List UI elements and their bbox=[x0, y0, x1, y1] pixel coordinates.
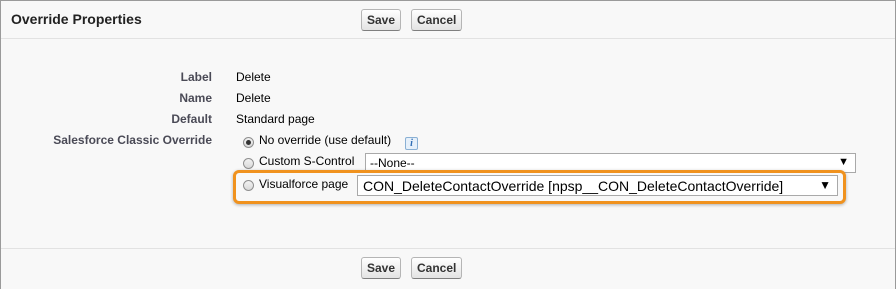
name-field-value: Delete bbox=[236, 91, 271, 105]
no-override-radio[interactable] bbox=[243, 137, 254, 148]
s-control-select-value: --None-- bbox=[370, 156, 415, 170]
visualforce-label: Visualforce page bbox=[259, 177, 349, 191]
s-control-label: Custom S-Control bbox=[259, 154, 355, 168]
default-field-value: Standard page bbox=[236, 112, 315, 126]
no-override-label: No override (use default) bbox=[259, 133, 392, 147]
classic-override-label: Salesforce Classic Override bbox=[53, 133, 212, 147]
label-field-value: Delete bbox=[236, 70, 271, 84]
chevron-down-icon: ▼ bbox=[819, 178, 831, 192]
visualforce-select[interactable]: CON_DeleteContactOverride [npsp__CON_Del… bbox=[357, 175, 838, 196]
panel-header: Override Properties Save Cancel bbox=[1, 1, 895, 39]
page-title: Override Properties bbox=[11, 11, 142, 27]
s-control-radio[interactable] bbox=[243, 158, 254, 169]
visualforce-select-value: CON_DeleteContactOverride [npsp__CON_Del… bbox=[363, 178, 784, 194]
name-field-label: Name bbox=[179, 91, 212, 105]
panel-footer: Save Cancel bbox=[1, 248, 895, 289]
override-properties-panel: Override Properties Save Cancel Label De… bbox=[0, 0, 896, 289]
save-button-top[interactable]: Save bbox=[361, 9, 402, 31]
cancel-button-top[interactable]: Cancel bbox=[411, 9, 463, 31]
chevron-down-icon: ▼ bbox=[838, 156, 849, 168]
label-field-label: Label bbox=[180, 70, 212, 84]
visualforce-radio[interactable] bbox=[243, 180, 254, 191]
save-button-bottom[interactable]: Save bbox=[361, 257, 402, 279]
info-icon[interactable]: i bbox=[405, 137, 418, 150]
default-field-label: Default bbox=[171, 112, 212, 126]
cancel-button-bottom[interactable]: Cancel bbox=[411, 257, 463, 279]
